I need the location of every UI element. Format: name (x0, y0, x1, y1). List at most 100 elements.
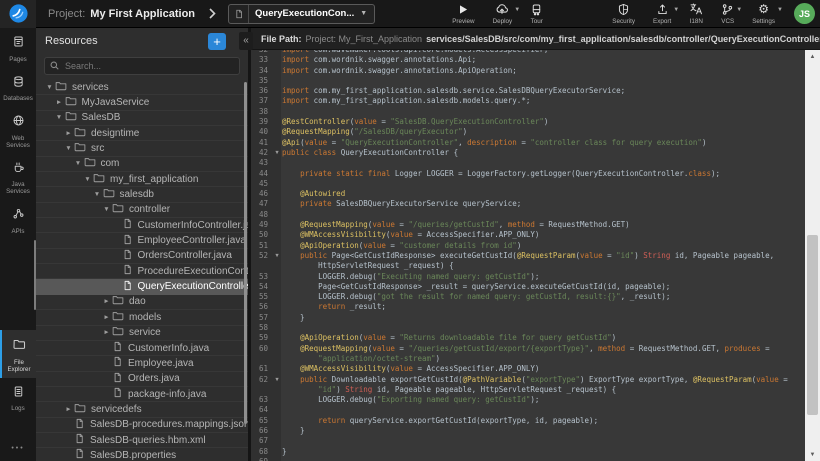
tree-item[interactable]: ►service (36, 326, 248, 341)
code-line[interactable]: 69 (251, 457, 805, 461)
sidebar-item-java-services[interactable]: Java Services (0, 154, 36, 201)
code-line[interactable]: 52▼ public Page<GetCustIdResponse> execu… (251, 251, 805, 261)
fold-marker-icon[interactable]: ▼ (272, 148, 282, 158)
sidebar-item-pages[interactable]: Pages (0, 28, 36, 68)
code-line[interactable]: HttpServletRequest _request) { (251, 261, 805, 271)
search-input[interactable] (44, 57, 240, 75)
deploy-button[interactable]: ▼Deploy (493, 2, 513, 25)
tour-button[interactable]: Tour (530, 2, 543, 25)
collapse-arrow-icon[interactable]: ► (63, 406, 74, 413)
expand-arrow-icon[interactable]: ▼ (101, 206, 112, 213)
code-line[interactable]: 57 } (251, 313, 805, 323)
collapse-arrow-icon[interactable]: ► (101, 298, 112, 305)
app-logo[interactable] (0, 0, 36, 28)
i18n-button[interactable]: I18N (689, 2, 703, 25)
code-line[interactable]: 41@Api(value = "QueryExecutionController… (251, 138, 805, 148)
code-line[interactable]: 56 return _result; (251, 302, 805, 312)
code-line[interactable]: 58 (251, 323, 805, 333)
code-line[interactable]: 49 @RequestMapping(value = "/queries/get… (251, 220, 805, 230)
expand-arrow-icon[interactable]: ▼ (73, 160, 84, 167)
collapse-arrow-icon[interactable]: ► (63, 130, 74, 137)
tree-item[interactable]: ProcedureExecutionController.java (36, 264, 248, 279)
editor-scrollbar[interactable]: ▲ ▼ (805, 50, 820, 461)
code-line[interactable]: 66 } (251, 426, 805, 436)
code-line[interactable]: 34import com.wordnik.swagger.annotations… (251, 66, 805, 76)
open-file-tab[interactable]: QueryExecutionCon... ▼ (228, 4, 375, 24)
code-line[interactable]: 50 @WMAccessVisibility(value = AccessSpe… (251, 230, 805, 240)
tree-item[interactable]: ▼src (36, 141, 248, 156)
tree-item[interactable]: ▼com (36, 157, 248, 172)
tree-item[interactable]: CustomerInfoController.java (36, 218, 248, 233)
fold-marker-icon[interactable]: ▼ (272, 375, 282, 385)
tree-item[interactable]: CustomerInfo.java (36, 341, 248, 356)
collapse-panel-button[interactable]: « (239, 32, 253, 50)
code-line[interactable]: 46 @Autowired (251, 189, 805, 199)
code-line[interactable]: 47 private SalesDBQueryExecutorService q… (251, 199, 805, 209)
code-line[interactable]: 51 @ApiOperation(value = "customer detai… (251, 241, 805, 251)
tree-item[interactable]: SalesDB-queries.hbm.xml (36, 433, 248, 448)
tree-item[interactable]: EmployeeController.java (36, 233, 248, 248)
tree-item[interactable]: ►MyJavaService (36, 95, 248, 110)
tree-item[interactable]: ▼my_first_application (36, 172, 248, 187)
tree-item[interactable]: ▼SalesDB (36, 111, 248, 126)
code-line[interactable]: 59 @ApiOperation(value = "Returns downlo… (251, 333, 805, 343)
code-line[interactable]: 37import com.my_first_application.salesd… (251, 96, 805, 106)
tree-item[interactable]: ►dao (36, 295, 248, 310)
tree-scrollbar[interactable] (244, 82, 247, 424)
code-line[interactable]: 62▼ public Downloadable exportGetCustId(… (251, 375, 805, 385)
expand-arrow-icon[interactable]: ▼ (92, 191, 103, 198)
sidebar-item-apis[interactable]: APIs (0, 200, 36, 240)
sidebar-item-logs[interactable]: Logs (0, 378, 36, 418)
expand-arrow-icon[interactable]: ▼ (63, 145, 74, 152)
collapse-arrow-icon[interactable]: ► (101, 329, 112, 336)
tree-item[interactable]: ▼controller (36, 203, 248, 218)
code-line[interactable]: 48 (251, 210, 805, 220)
code-line[interactable]: 39@RestController(value = "SalesDB.Query… (251, 117, 805, 127)
tree-item[interactable]: OrdersController.java (36, 249, 248, 264)
tree-item[interactable]: Orders.java (36, 372, 248, 387)
code-line[interactable]: 44 private static final Logger LOGGER = … (251, 169, 805, 179)
fold-marker-icon[interactable]: ▼ (272, 251, 282, 261)
tree-item[interactable]: package-info.java (36, 387, 248, 402)
avatar[interactable]: JS (794, 3, 815, 24)
code-pane[interactable]: 32import com.wavemaker.tools.api.core.mo… (251, 50, 805, 461)
tree-item[interactable]: ►models (36, 310, 248, 325)
code-line[interactable]: 68} (251, 447, 805, 457)
code-line[interactable]: "application/octet-stream") (251, 354, 805, 364)
code-line[interactable]: 60 @RequestMapping(value = "/queries/get… (251, 344, 805, 354)
code-line[interactable]: 43 (251, 158, 805, 168)
code-line[interactable]: 45 (251, 179, 805, 189)
code-line[interactable]: 38 (251, 107, 805, 117)
tree-item[interactable]: ▼services (36, 80, 248, 95)
code-line[interactable]: 40@RequestMapping("/SalesDB/queryExecuto… (251, 127, 805, 137)
code-line[interactable]: 55 LOGGER.debug("got the result for name… (251, 292, 805, 302)
code-line[interactable]: 61 @WMAccessVisibility(value = AccessSpe… (251, 364, 805, 374)
tree-item[interactable]: ►servicedefs (36, 402, 248, 417)
code-line[interactable]: 63 LOGGER.debug("Exporting named query: … (251, 395, 805, 405)
tree-item[interactable]: Employee.java (36, 356, 248, 371)
expand-arrow-icon[interactable]: ▼ (54, 114, 65, 121)
scroll-down-icon[interactable]: ▼ (805, 448, 820, 461)
expand-arrow-icon[interactable]: ▼ (82, 176, 93, 183)
code-line[interactable]: 36import com.my_first_application.salesd… (251, 86, 805, 96)
collapse-arrow-icon[interactable]: ► (54, 99, 65, 106)
sidebar-item-web-services[interactable]: Web Services (0, 107, 36, 154)
expand-arrow-icon[interactable]: ▼ (44, 84, 55, 91)
code-line[interactable]: 65 return queryService.exportGetCustId(e… (251, 416, 805, 426)
scroll-up-icon[interactable]: ▲ (805, 50, 820, 63)
code-line[interactable]: 53 LOGGER.debug("Executing named query: … (251, 272, 805, 282)
preview-button[interactable]: Preview (452, 2, 474, 25)
code-line[interactable]: 42▼public class QueryExecutionController… (251, 148, 805, 158)
code-line[interactable]: "id") String id, Pageable pageable, Http… (251, 385, 805, 395)
editor-scrollbar-thumb[interactable] (807, 235, 818, 415)
collapse-arrow-icon[interactable]: ► (101, 314, 112, 321)
code-line[interactable]: 64 (251, 405, 805, 415)
sidebar-item-file-explorer[interactable]: File Explorer (0, 330, 36, 378)
code-line[interactable]: 54 Page<GetCustIdResponse> _result = que… (251, 282, 805, 292)
code-line[interactable]: 33import com.wordnik.swagger.annotations… (251, 55, 805, 65)
security-button[interactable]: Security (612, 2, 635, 25)
tree-item[interactable]: QueryExecutionController.java (36, 279, 248, 294)
vcs-button[interactable]: ▼VCS (721, 2, 734, 25)
sidebar-item-databases[interactable]: Databases (0, 68, 36, 108)
more-icon[interactable]: ••• (0, 435, 36, 461)
